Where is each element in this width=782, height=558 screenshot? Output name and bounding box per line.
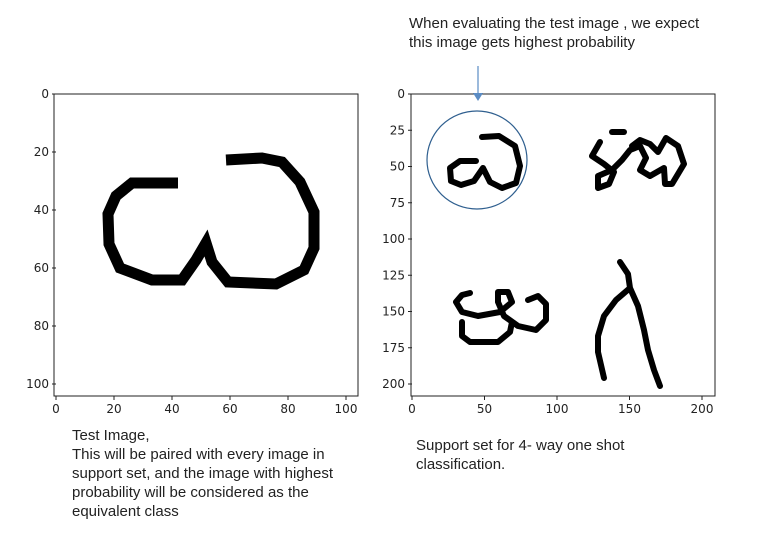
support-set-ytick-label: 125 [382,268,405,282]
test-image-plot: 0 20 40 60 80 100 0 20 40 60 80 100 [26,87,359,416]
test-image-ytick-label: 60 [34,261,49,275]
test-image-caption: Test Image, This will be paired with eve… [72,427,333,520]
support-set-ytick-label: 100 [382,232,405,246]
support-set-xtick-label: 50 [477,402,492,416]
test-image-ytick-label: 100 [26,377,49,391]
support-set-ytick-label: 150 [382,305,405,319]
support-set-caption: Support set for 4- way one shot classifi… [416,437,625,473]
test-image-xtick-label: 40 [164,402,179,416]
top-annotation-text: When evaluating the test image , we expe… [409,15,700,51]
support-set-y-axis: 0 25 50 75 100 125 150 175 200 [382,87,412,391]
test-image-x-axis: 0 20 40 60 80 100 [52,396,357,416]
test-image-y-axis: 0 20 40 60 80 100 [26,87,56,391]
support-set-ytick-label: 75 [390,196,405,210]
test-image-xtick-label: 60 [222,402,237,416]
support-set-xtick-label: 150 [618,402,641,416]
test-image-xtick-label: 100 [335,402,358,416]
test-image-xtick-label: 20 [106,402,121,416]
support-set-ytick-label: 25 [390,123,405,137]
test-image-ytick-label: 0 [41,87,49,101]
support-set-xtick-label: 0 [408,402,416,416]
support-set-ytick-label: 50 [390,160,405,174]
support-set-xtick-label: 100 [546,402,569,416]
support-set-x-axis: 0 50 100 150 200 [408,396,713,416]
support-set-plot: 0 50 100 150 200 0 25 50 75 100 125 150 175 200 [382,87,716,416]
test-image-xtick-label: 80 [280,402,295,416]
support-set-xtick-label: 200 [691,402,714,416]
support-set-ytick-label: 200 [382,377,405,391]
test-image-ytick-label: 80 [34,319,49,333]
support-set-ytick-label: 0 [397,87,405,101]
test-image-xtick-label: 0 [52,402,60,416]
support-set-ytick-label: 175 [382,341,405,355]
test-image-ytick-label: 40 [34,203,49,217]
test-image-ytick-label: 20 [34,145,49,159]
